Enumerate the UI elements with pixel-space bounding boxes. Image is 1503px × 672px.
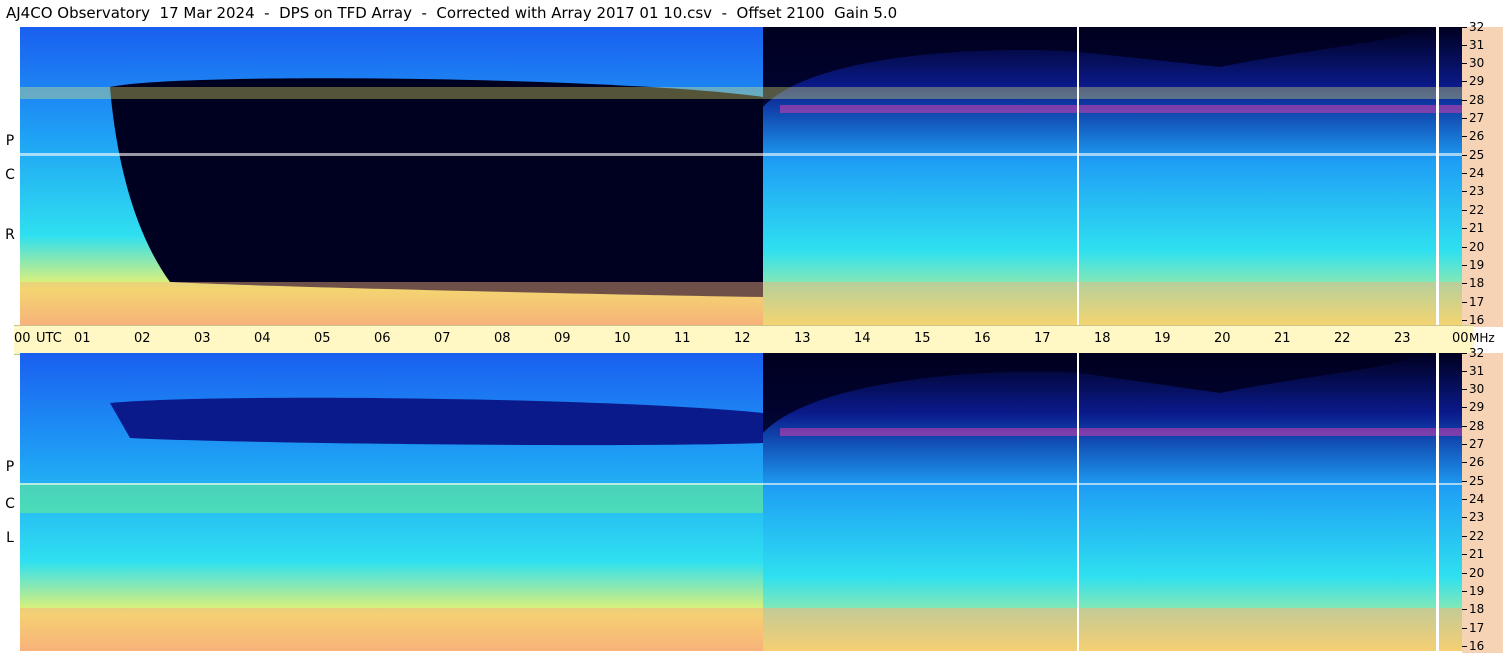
lcp-ftick-29: 29 bbox=[1462, 400, 1484, 414]
lcp-ftick-24: 24 bbox=[1462, 492, 1484, 506]
lcp-ftick-18: 18 bbox=[1462, 602, 1484, 616]
rcp-freq-axis: 32 31 30 29 28 27 26 25 24 23 22 21 20 1… bbox=[1462, 20, 1503, 327]
rcp-ftick-24: 24 bbox=[1462, 166, 1484, 180]
rcp-ftick-18: 18 bbox=[1462, 276, 1484, 290]
lcp-freq-axis: 32 31 30 29 28 27 26 25 24 23 22 21 20 1… bbox=[1462, 346, 1503, 653]
time-label-14: 14 bbox=[854, 331, 871, 346]
rcp-low-band bbox=[20, 282, 1462, 325]
time-label-08: 08 bbox=[494, 331, 511, 346]
rcp-ftick-29: 29 bbox=[1462, 74, 1484, 88]
rcp-band-28 bbox=[20, 87, 1462, 99]
time-label-12: 12 bbox=[734, 331, 751, 346]
time-label-mhz: MHz bbox=[1469, 331, 1495, 345]
lcp-spectrogram bbox=[20, 353, 1462, 651]
time-label-21: 21 bbox=[1274, 331, 1291, 346]
lcp-ftick-22: 22 bbox=[1462, 529, 1484, 543]
rcp-letter-r: R bbox=[5, 227, 15, 243]
time-label-02: 02 bbox=[134, 331, 151, 346]
lcp-letter-l: L bbox=[6, 530, 14, 546]
rcp-ftick-23: 23 bbox=[1462, 184, 1484, 198]
time-label-01: 01 bbox=[74, 331, 91, 346]
time-label-04: 04 bbox=[254, 331, 271, 346]
lcp-ftick-27: 27 bbox=[1462, 437, 1484, 451]
time-label-15: 15 bbox=[914, 331, 931, 346]
lcp-ftick-17: 17 bbox=[1462, 621, 1484, 635]
rcp-band-27 bbox=[780, 105, 1462, 113]
rcp-side-label: R C P bbox=[0, 27, 20, 325]
rcp-ftick-22: 22 bbox=[1462, 203, 1484, 217]
lcp-letter-p: P bbox=[5, 459, 15, 475]
time-label-05: 05 bbox=[314, 331, 331, 346]
rcp-ftick-27: 27 bbox=[1462, 111, 1484, 125]
time-label-10: 10 bbox=[614, 331, 631, 346]
rcp-ftick-19: 19 bbox=[1462, 258, 1484, 272]
rcp-ftick-21: 21 bbox=[1462, 221, 1484, 235]
time-label-22: 22 bbox=[1334, 331, 1351, 346]
time-label-utc: UTC bbox=[36, 331, 62, 346]
time-label-00-start: 00 bbox=[14, 331, 31, 346]
rcp-right-line bbox=[1436, 27, 1439, 325]
lcp-spectrogram-svg bbox=[20, 353, 1462, 651]
rcp-ftick-32: 32 bbox=[1462, 20, 1484, 34]
rcp-ftick-31: 31 bbox=[1462, 38, 1484, 52]
rcp-spectrogram-svg bbox=[20, 27, 1462, 325]
lcp-day-region bbox=[763, 353, 1462, 651]
lcp-ftick-31: 31 bbox=[1462, 364, 1484, 378]
rcp-band-25 bbox=[20, 153, 1462, 156]
time-label-20: 20 bbox=[1214, 331, 1231, 346]
rcp-dark-region bbox=[110, 78, 763, 297]
lcp-ftick-30: 30 bbox=[1462, 382, 1484, 396]
time-label-17: 17 bbox=[1034, 331, 1051, 346]
lcp-low-band bbox=[20, 608, 1462, 651]
rcp-letter-p: P bbox=[5, 133, 15, 149]
lcp-green-band bbox=[20, 483, 763, 513]
lcp-right-line bbox=[1436, 353, 1439, 651]
lcp-ftick-21: 21 bbox=[1462, 547, 1484, 561]
lcp-side-label: L C P bbox=[0, 353, 20, 651]
time-label-16: 16 bbox=[974, 331, 991, 346]
lcp-ftick-25: 25 bbox=[1462, 474, 1484, 488]
lcp-band-25 bbox=[20, 483, 1462, 485]
rcp-ftick-20: 20 bbox=[1462, 240, 1484, 254]
time-label-07: 07 bbox=[434, 331, 451, 346]
time-label-09: 09 bbox=[554, 331, 571, 346]
time-label-18: 18 bbox=[1094, 331, 1111, 346]
time-label-03: 03 bbox=[194, 331, 211, 346]
time-label-00-end: 00 bbox=[1452, 331, 1469, 346]
rcp-letter-c: C bbox=[5, 167, 15, 183]
page-title: AJ4CO Observatory 17 Mar 2024 - DPS on T… bbox=[6, 4, 898, 22]
rcp-ftick-25: 25 bbox=[1462, 148, 1484, 162]
lcp-ftick-26: 26 bbox=[1462, 455, 1484, 469]
time-label-13: 13 bbox=[794, 331, 811, 346]
rcp-ftick-17: 17 bbox=[1462, 295, 1484, 309]
rcp-ftick-30: 30 bbox=[1462, 56, 1484, 70]
rcp-day-region bbox=[763, 27, 1462, 325]
lcp-ftick-16: 16 bbox=[1462, 639, 1484, 653]
rcp-vertical-line bbox=[1077, 27, 1079, 325]
lcp-vertical-line bbox=[1077, 353, 1079, 651]
rcp-ftick-28: 28 bbox=[1462, 93, 1484, 107]
time-label-19: 19 bbox=[1154, 331, 1171, 346]
lcp-ftick-28: 28 bbox=[1462, 419, 1484, 433]
lcp-ftick-19: 19 bbox=[1462, 584, 1484, 598]
lcp-ftick-23: 23 bbox=[1462, 510, 1484, 524]
lcp-ftick-32: 32 bbox=[1462, 346, 1484, 360]
lcp-ftick-20: 20 bbox=[1462, 566, 1484, 580]
time-label-06: 06 bbox=[374, 331, 391, 346]
rcp-spectrogram bbox=[20, 27, 1462, 325]
time-label-23: 23 bbox=[1394, 331, 1411, 346]
time-label-11: 11 bbox=[674, 331, 691, 346]
rcp-ftick-26: 26 bbox=[1462, 129, 1484, 143]
time-axis: 00 UTC 01 02 03 04 05 06 07 08 09 10 11 … bbox=[14, 325, 1495, 355]
lcp-band-27 bbox=[780, 428, 1462, 436]
lcp-letter-c: C bbox=[5, 496, 15, 512]
